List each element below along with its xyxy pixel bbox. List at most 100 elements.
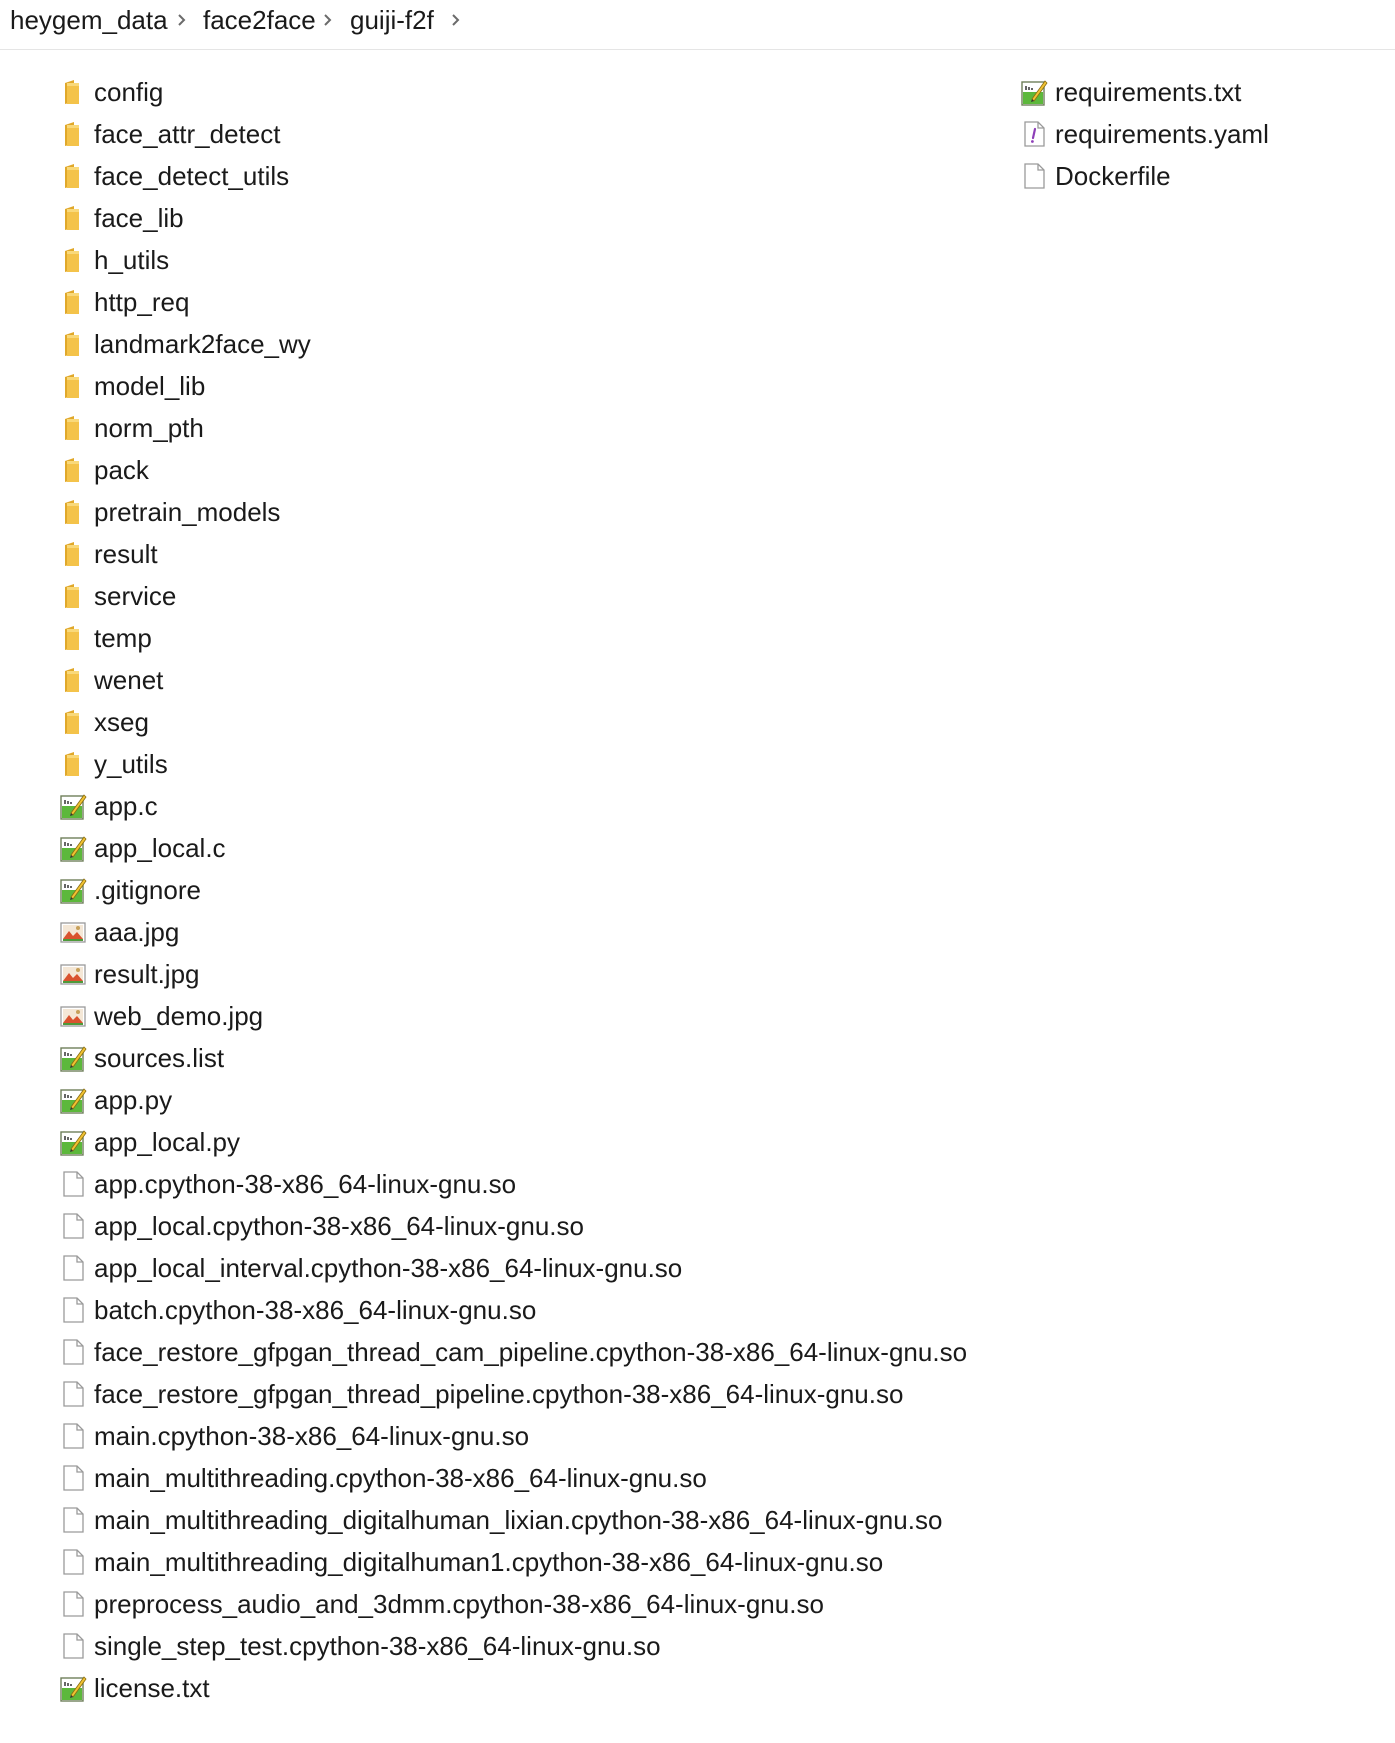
blank-file-icon: [58, 1463, 88, 1493]
file-name: face_detect_utils: [94, 161, 290, 191]
folder-icon: [58, 749, 88, 779]
file-item-landmark2face-wy[interactable]: landmark2face_wy: [58, 323, 967, 365]
file-item-face-detect-utils[interactable]: face_detect_utils: [58, 155, 967, 197]
folder-icon: [58, 665, 88, 695]
file-name: main_multithreading.cpython-38-x86_64-li…: [94, 1463, 707, 1493]
file-item-web-demo-jpg[interactable]: web_demo.jpg: [58, 995, 967, 1037]
file-item-main-multithreading-digitalhuman1-cpython-38-x86-64-linux-gnu-so[interactable]: main_multithreading_digitalhuman1.cpytho…: [58, 1541, 967, 1583]
file-name: batch.cpython-38-x86_64-linux-gnu.so: [94, 1295, 537, 1325]
chevron-right-icon[interactable]: [322, 13, 334, 27]
notepad-file-icon: [58, 1085, 88, 1115]
file-item-single-step-test-cpython-38-x86-64-linux-gnu-so[interactable]: single_step_test.cpython-38-x86_64-linux…: [58, 1625, 967, 1667]
blank-file-icon: [58, 1379, 88, 1409]
folder-icon: [58, 329, 88, 359]
folder-icon: [58, 287, 88, 317]
file-name: Dockerfile: [1055, 161, 1171, 191]
file-item-license-txt[interactable]: license.txt: [58, 1667, 967, 1709]
file-name: app_local.py: [94, 1127, 240, 1157]
blank-file-icon: [58, 1505, 88, 1535]
chevron-right-icon[interactable]: [450, 13, 462, 27]
file-item-result-jpg[interactable]: result.jpg: [58, 953, 967, 995]
file-item-requirements-txt[interactable]: requirements.txt: [1019, 71, 1269, 113]
notepad-file-icon: [58, 1127, 88, 1157]
notepad-file-icon: [58, 791, 88, 821]
breadcrumb-item-face2face[interactable]: face2face: [203, 5, 316, 35]
blank-file-icon: [1019, 161, 1049, 191]
blank-file-icon: [58, 1211, 88, 1241]
file-item-app-local-interval-cpython-38-x86-64-linux-gnu-so[interactable]: app_local_interval.cpython-38-x86_64-lin…: [58, 1247, 967, 1289]
file-item-app-local-cpython-38-x86-64-linux-gnu-so[interactable]: app_local.cpython-38-x86_64-linux-gnu.so: [58, 1205, 967, 1247]
notepad-file-icon: [58, 1043, 88, 1073]
blank-file-icon: [58, 1421, 88, 1451]
file-item-face-attr-detect[interactable]: face_attr_detect: [58, 113, 967, 155]
file-name: app.cpython-38-x86_64-linux-gnu.so: [94, 1169, 517, 1199]
notepad-file-icon: [58, 833, 88, 863]
file-name: face_restore_gfpgan_thread_pipeline.cpyt…: [94, 1379, 904, 1409]
blank-file-icon: [58, 1547, 88, 1577]
file-name: norm_pth: [94, 413, 204, 443]
file-name: service: [94, 581, 177, 611]
file-item-app-cpython-38-x86-64-linux-gnu-so[interactable]: app.cpython-38-x86_64-linux-gnu.so: [58, 1163, 967, 1205]
file-item-app-local-c[interactable]: app_local.c: [58, 827, 967, 869]
file-item-http-req[interactable]: http_req: [58, 281, 967, 323]
file-item-app-c[interactable]: app.c: [58, 785, 967, 827]
folder-icon: [58, 245, 88, 275]
chevron-right-icon[interactable]: [176, 13, 188, 27]
blank-file-icon: [58, 1589, 88, 1619]
folder-icon: [58, 539, 88, 569]
file-item-main-cpython-38-x86-64-linux-gnu-so[interactable]: main.cpython-38-x86_64-linux-gnu.so: [58, 1415, 967, 1457]
folder-icon: [58, 707, 88, 737]
file-name: y_utils: [94, 749, 168, 779]
file-name: model_lib: [94, 371, 206, 401]
folder-icon: [58, 77, 88, 107]
file-item-model-lib[interactable]: model_lib: [58, 365, 967, 407]
file-item-face-restore-gfpgan-thread-pipeline-cpython-38-x86-64-linux-gnu-so[interactable]: face_restore_gfpgan_thread_pipeline.cpyt…: [58, 1373, 967, 1415]
file-name: http_req: [94, 287, 190, 317]
file-item-xseg[interactable]: xseg: [58, 701, 967, 743]
file-name: face_attr_detect: [94, 119, 281, 149]
file-item-gitignore[interactable]: .gitignore: [58, 869, 967, 911]
file-item-requirements-yaml[interactable]: requirements.yaml: [1019, 113, 1269, 155]
file-name: temp: [94, 623, 152, 653]
file-item-service[interactable]: service: [58, 575, 967, 617]
file-item-sources-list[interactable]: sources.list: [58, 1037, 967, 1079]
file-name: main.cpython-38-x86_64-linux-gnu.so: [94, 1421, 530, 1451]
folder-icon: [58, 119, 88, 149]
file-item-pack[interactable]: pack: [58, 449, 967, 491]
file-item-batch-cpython-38-x86-64-linux-gnu-so[interactable]: batch.cpython-38-x86_64-linux-gnu.so: [58, 1289, 967, 1331]
file-name: face_lib: [94, 203, 184, 233]
file-item-app-py[interactable]: app.py: [58, 1079, 967, 1121]
file-item-face-restore-gfpgan-thread-cam-pipeline-cpython-38-x86-64-linux-gnu-so[interactable]: face_restore_gfpgan_thread_cam_pipeline.…: [58, 1331, 967, 1373]
file-item-dockerfile[interactable]: Dockerfile: [1019, 155, 1269, 197]
breadcrumb-item-guiji-f2f[interactable]: guiji-f2f: [350, 5, 434, 35]
folder-icon: [58, 161, 88, 191]
file-name: xseg: [94, 707, 149, 737]
notepad-file-icon: [1019, 77, 1049, 107]
file-item-main-multithreading-cpython-38-x86-64-linux-gnu-so[interactable]: main_multithreading.cpython-38-x86_64-li…: [58, 1457, 967, 1499]
file-item-wenet[interactable]: wenet: [58, 659, 967, 701]
file-item-app-local-py[interactable]: app_local.py: [58, 1121, 967, 1163]
file-item-y-utils[interactable]: y_utils: [58, 743, 967, 785]
file-item-norm-pth[interactable]: norm_pth: [58, 407, 967, 449]
breadcrumb-item-heygem-data[interactable]: heygem_data: [10, 5, 168, 35]
file-name: web_demo.jpg: [94, 1001, 264, 1031]
file-item-pretrain-models[interactable]: pretrain_models: [58, 491, 967, 533]
file-name: main_multithreading_digitalhuman1.cpytho…: [94, 1547, 884, 1577]
file-name: pretrain_models: [94, 497, 281, 527]
file-item-temp[interactable]: temp: [58, 617, 967, 659]
file-item-main-multithreading-digitalhuman-lixian-cpython-38-x86-64-linux-gnu-so[interactable]: main_multithreading_digitalhuman_lixian.…: [58, 1499, 967, 1541]
file-item-config[interactable]: config: [58, 71, 967, 113]
file-item-result[interactable]: result: [58, 533, 967, 575]
file-item-h-utils[interactable]: h_utils: [58, 239, 967, 281]
file-item-aaa-jpg[interactable]: aaa.jpg: [58, 911, 967, 953]
file-name: app_local_interval.cpython-38-x86_64-lin…: [94, 1253, 683, 1283]
file-name: app_local.cpython-38-x86_64-linux-gnu.so: [94, 1211, 584, 1241]
file-name: requirements.txt: [1055, 77, 1242, 107]
file-name: app.c: [94, 791, 158, 821]
file-name: wenet: [94, 665, 164, 695]
file-item-face-lib[interactable]: face_lib: [58, 197, 967, 239]
file-item-preprocess-audio-and-3dmm-cpython-38-x86-64-linux-gnu-so[interactable]: preprocess_audio_and_3dmm.cpython-38-x86…: [58, 1583, 967, 1625]
file-name: pack: [94, 455, 149, 485]
yaml-file-icon: [1019, 119, 1049, 149]
file-name: requirements.yaml: [1055, 119, 1269, 149]
